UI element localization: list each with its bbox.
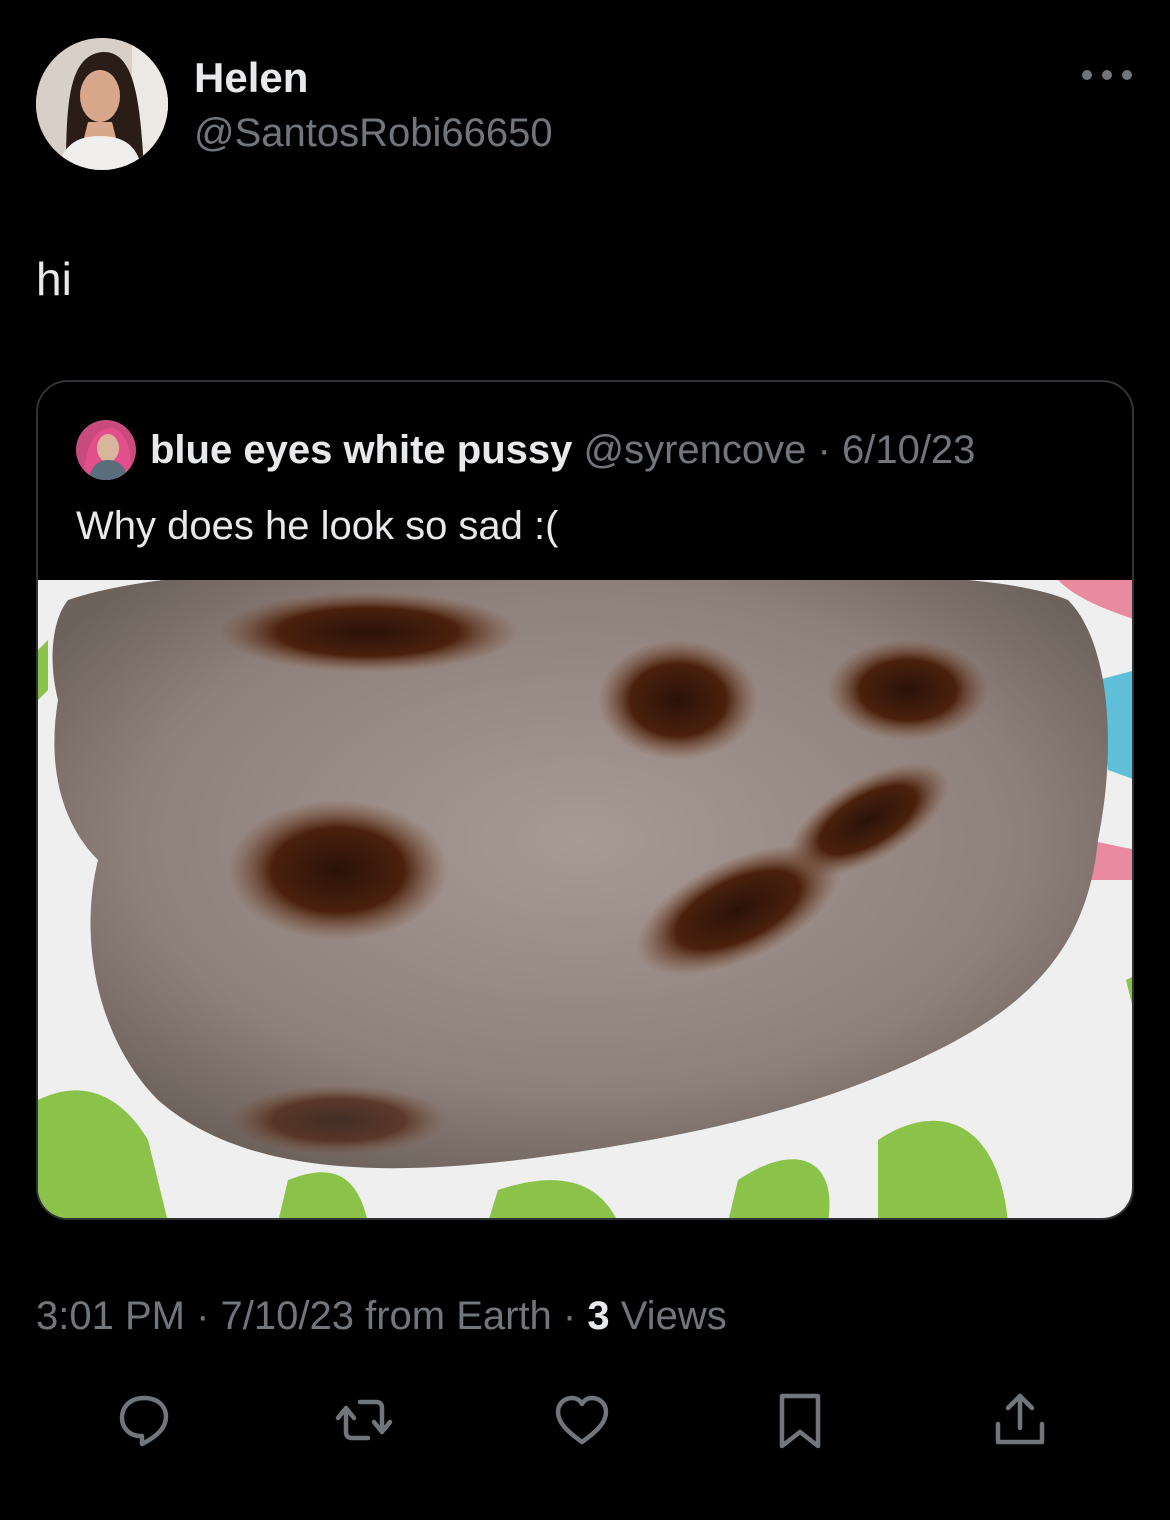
bookmark-button[interactable] — [760, 1380, 840, 1460]
views-label[interactable]: Views — [610, 1294, 727, 1338]
quote-author-meta: @syrencove · 6/10/23 — [572, 428, 976, 472]
tweet-metadata: 3:01 PM · 7/10/23 from Earth · 3 Views — [36, 1292, 727, 1340]
heart-icon — [555, 1395, 609, 1445]
quote-header: blue eyes white pussy @syrencove · 6/10/… — [150, 426, 975, 474]
retweet-button[interactable] — [324, 1380, 404, 1460]
author-avatar[interactable] — [36, 38, 168, 170]
share-icon — [995, 1393, 1045, 1445]
quoted-tweet[interactable]: blue eyes white pussy @syrencove · 6/10/… — [36, 380, 1134, 1220]
author-handle[interactable]: @SantosRobi66650 — [194, 110, 553, 156]
share-button[interactable] — [980, 1380, 1060, 1460]
action-bar — [0, 1380, 1170, 1460]
tweet-timestamp: 3:01 PM · 7/10/23 from Earth · — [36, 1294, 588, 1338]
quote-author-name[interactable]: blue eyes white pussy — [150, 428, 572, 472]
author-display-name[interactable]: Helen — [194, 54, 308, 102]
views-count[interactable]: 3 — [587, 1294, 609, 1338]
quote-media-image[interactable] — [38, 569, 1132, 1218]
reply-button[interactable] — [104, 1380, 184, 1460]
tweet-detail: Helen @SantosRobi66650 hi blue eyes whit… — [0, 0, 1170, 1520]
retweet-icon — [335, 1399, 393, 1441]
bookmark-icon — [779, 1393, 821, 1449]
reply-icon — [119, 1395, 169, 1447]
more-horizontal-icon[interactable] — [1082, 60, 1132, 90]
quote-text: Why does he look so sad :( — [76, 504, 559, 548]
tweet-text: hi — [36, 253, 72, 305]
like-button[interactable] — [542, 1380, 622, 1460]
quote-author-avatar[interactable] — [76, 420, 136, 480]
